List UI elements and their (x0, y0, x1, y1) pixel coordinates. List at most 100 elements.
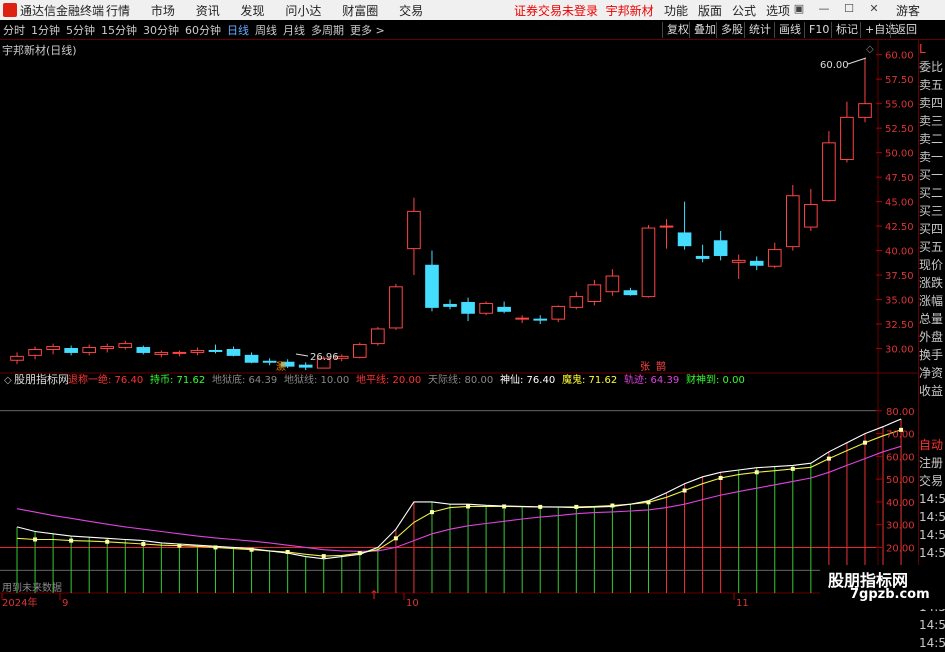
candle-body[interactable] (515, 317, 530, 320)
candle-body[interactable] (840, 116, 854, 160)
sidebar-label[interactable]: 总量 (919, 310, 945, 328)
candle-body[interactable] (425, 264, 439, 308)
close-icon[interactable]: ✕ (868, 3, 880, 15)
candle-body[interactable] (479, 302, 493, 314)
candle-body[interactable] (623, 290, 638, 296)
sidebar-label[interactable]: 买二 (919, 184, 945, 202)
mark-button[interactable]: 标记 (831, 22, 862, 38)
candle-body[interactable] (226, 348, 241, 356)
menu-discover[interactable]: 发现 (241, 4, 265, 18)
sidebar-label[interactable]: 买一 (919, 166, 945, 184)
sidebar-label[interactable]: 卖四 (919, 94, 945, 112)
candle-body[interactable] (46, 346, 60, 350)
sidebar-label[interactable]: 外盘 (919, 328, 945, 346)
menu-ask[interactable]: 问小达 (285, 4, 321, 18)
menu-wealth[interactable]: 财富圈 (342, 4, 378, 18)
candle-body[interactable] (190, 349, 205, 353)
sidebar-label[interactable]: 14:56 (919, 634, 945, 652)
candle-body[interactable] (82, 347, 97, 353)
skin-icon[interactable]: ▣ (793, 3, 805, 15)
candle-body[interactable] (533, 318, 548, 321)
minimize-icon[interactable]: — (818, 3, 830, 15)
sidebar-label[interactable]: L (919, 40, 945, 58)
sidebar-label[interactable]: 换手 (919, 346, 945, 364)
guest-label[interactable]: 游客 (896, 2, 920, 19)
period-multi[interactable]: 多周期 (308, 22, 347, 38)
candle-body[interactable] (389, 286, 403, 329)
event-marker[interactable]: 鹊 (656, 360, 666, 373)
candle-body[interactable] (407, 210, 421, 250)
sidebar-label[interactable]: 14:56 (919, 544, 945, 562)
maximize-icon[interactable]: ☐ (843, 3, 855, 15)
sidebar-label[interactable] (919, 418, 945, 436)
event-marker[interactable]: 张 (640, 361, 650, 373)
candle-body[interactable] (298, 364, 313, 368)
sidebar-label[interactable]: 交易 (919, 472, 945, 490)
multi-stock-button[interactable]: 多股 (716, 22, 747, 38)
candle-body[interactable] (208, 349, 223, 352)
candle-body[interactable] (461, 301, 475, 314)
f10-button[interactable]: F10 (804, 22, 833, 38)
candle-body[interactable] (749, 260, 764, 266)
candle-body[interactable] (731, 259, 746, 263)
candle-body[interactable] (605, 275, 620, 293)
menu-formula[interactable]: 公式 (732, 2, 756, 19)
candle-body[interactable] (569, 296, 584, 308)
candle-body[interactable] (28, 348, 42, 356)
stats-button[interactable]: 统计 (744, 22, 775, 38)
candle-body[interactable] (10, 355, 24, 361)
candle-body[interactable] (118, 343, 133, 349)
sidebar-label[interactable]: 卖一 (919, 148, 945, 166)
menu-news[interactable]: 资讯 (196, 4, 220, 18)
candle-body[interactable] (587, 284, 602, 303)
event-marker[interactable]: 灏 (276, 361, 286, 373)
candle-body[interactable] (244, 354, 259, 363)
candle-body[interactable] (641, 227, 656, 298)
candle-body[interactable] (262, 360, 277, 363)
candle-body[interactable] (804, 204, 818, 228)
sidebar-label[interactable]: 14:56 (919, 508, 945, 526)
candle-body[interactable] (659, 225, 674, 228)
candle-body[interactable] (858, 103, 872, 118)
panel-settings-icon[interactable]: ◇ (866, 44, 874, 55)
candle-body[interactable] (443, 303, 457, 307)
sidebar-label[interactable]: 涨跌 (919, 274, 945, 292)
candle-body[interactable] (352, 344, 367, 358)
menu-layout[interactable]: 版面 (698, 2, 722, 19)
period-1min[interactable]: 1分钟 (28, 22, 63, 38)
candle-body[interactable] (695, 255, 710, 259)
period-5min[interactable]: 5分钟 (63, 22, 98, 38)
menu-trade[interactable]: 交易 (399, 4, 423, 18)
chart-area[interactable]: 宇邦新材(日线) ◇ 60.00 57.50 55.00 52.50 50.00 47.5… (0, 40, 918, 609)
candle-body[interactable] (677, 232, 692, 247)
sidebar-label[interactable]: 买三 (919, 202, 945, 220)
candle-body[interactable] (154, 351, 169, 355)
candle-body[interactable] (64, 348, 78, 353)
sidebar-label[interactable]: 自动 (919, 436, 945, 454)
candle-body[interactable] (497, 306, 511, 312)
sidebar-label[interactable] (919, 400, 945, 418)
period-60min[interactable]: 60分钟 (182, 22, 224, 38)
period-timeshare[interactable]: 分时 (0, 22, 28, 38)
sidebar-label[interactable]: 卖五 (919, 76, 945, 94)
candle-body[interactable] (136, 347, 151, 353)
menu-function[interactable]: 功能 (664, 2, 688, 19)
back-button[interactable]: 返回 (890, 22, 921, 38)
sidebar-label[interactable]: 14:56 (919, 526, 945, 544)
indicator-name[interactable]: 股朋指标网 (14, 372, 69, 386)
sidebar-label[interactable]: 收益 (919, 382, 945, 400)
candle-body[interactable] (785, 195, 800, 248)
sidebar-label[interactable]: 委比 (919, 58, 945, 76)
sidebar-label[interactable]: 现价 (919, 256, 945, 274)
period-15min[interactable]: 15分钟 (98, 22, 140, 38)
period-more[interactable]: 更多 > (347, 22, 388, 38)
candle-body[interactable] (100, 346, 115, 350)
candle-body[interactable] (767, 249, 782, 267)
candle-body[interactable] (713, 240, 728, 256)
sidebar-label[interactable]: 14:56 (919, 616, 945, 634)
candle-body[interactable] (371, 328, 385, 345)
candle-body[interactable] (551, 305, 566, 320)
sidebar-label[interactable]: 净资 (919, 364, 945, 382)
period-weekly[interactable]: 周线 (252, 22, 280, 38)
period-30min[interactable]: 30分钟 (140, 22, 182, 38)
